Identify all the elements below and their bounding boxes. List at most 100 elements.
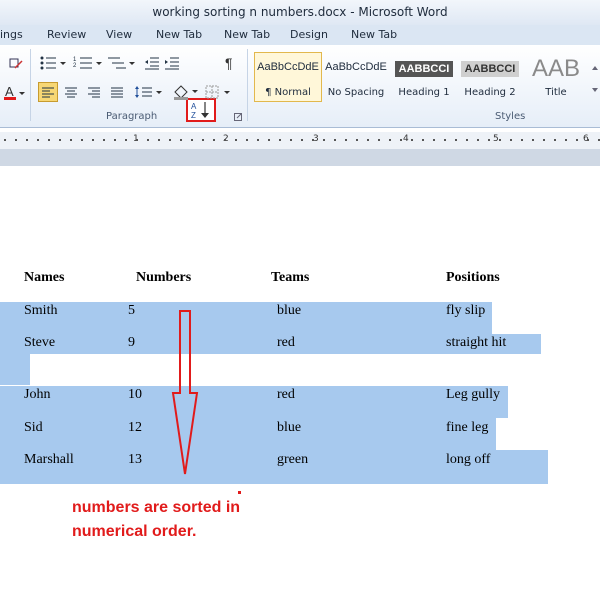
justify-button[interactable] [107, 82, 127, 102]
page-gap [0, 149, 600, 166]
cell-team: blue [277, 303, 302, 318]
style-name: Title [545, 87, 567, 98]
cell-position: straight hit [446, 335, 507, 350]
ruler-tick [411, 139, 413, 141]
scroll-arrows-icon [592, 66, 598, 92]
ruler-tick [37, 139, 39, 141]
cell-position: fly slip [446, 303, 486, 318]
column-header-positions: Positions [446, 270, 500, 285]
cell-number: 13 [128, 452, 142, 467]
shading-button[interactable] [172, 82, 202, 102]
style-preview: AABBCCI [395, 61, 453, 77]
ruler-tick [488, 139, 490, 141]
ruler-tick [532, 139, 534, 141]
style-preview: AaBbCcDdE [325, 61, 387, 73]
cell-name: Marshall [24, 452, 74, 467]
ruler-tick [554, 139, 556, 141]
ruler-tick [301, 139, 303, 141]
borders-icon [205, 85, 230, 99]
align-right-button[interactable] [84, 82, 104, 102]
svg-text:¶: ¶ [225, 55, 233, 71]
style-normal[interactable]: AaBbCcDdE ¶ Normal [254, 52, 322, 102]
tab-design[interactable]: Design [290, 28, 328, 41]
ruler-tick [477, 139, 479, 141]
dialog-launcher-icon [234, 113, 242, 121]
cell-position: long off [446, 452, 491, 467]
cell-name: John [24, 387, 51, 402]
ruler-tick [367, 139, 369, 141]
ruler-tick [257, 139, 259, 141]
style-title[interactable]: AAB Title [522, 52, 590, 102]
style-heading-1[interactable]: AABBCCI Heading 1 [390, 52, 458, 102]
ruler-tick [323, 139, 325, 141]
bullets-icon [40, 56, 66, 70]
align-left-button[interactable] [38, 82, 58, 102]
tab-new-tab-1[interactable]: New Tab [156, 28, 202, 41]
bullets-button[interactable] [38, 53, 68, 73]
cell-team: red [277, 335, 295, 350]
justify-icon [111, 87, 123, 98]
title-bar: working sorting n numbers.docx - Microso… [0, 0, 600, 25]
ruler-tick [334, 139, 336, 141]
ruler-tick [290, 139, 292, 141]
ruler-tick [224, 139, 226, 141]
ruler-tick [147, 139, 149, 141]
tab-review[interactable]: Review [47, 28, 86, 41]
tab-mailings[interactable]: ings [0, 28, 23, 41]
selection-highlight [0, 418, 496, 450]
align-center-icon [65, 87, 77, 98]
style-name: No Spacing [327, 87, 385, 98]
shading-icon [174, 85, 198, 100]
paragraph-group-label: Paragraph [106, 111, 158, 122]
cell-team: green [277, 452, 309, 467]
ruler-tick [158, 139, 160, 141]
ruler-tick [268, 139, 270, 141]
multilevel-list-button[interactable] [106, 53, 136, 73]
paragraph-dialog-launcher[interactable] [232, 111, 244, 123]
ruler-tick [312, 139, 314, 141]
ruler-tick [70, 139, 72, 141]
ribbon: A 12 AZ ¶ Paragraph AaBbCcDdE ¶ Normal A… [0, 45, 600, 128]
annotation-text-line-2: numerical order. [72, 523, 197, 540]
line-spacing-button[interactable] [134, 82, 164, 102]
align-center-button[interactable] [61, 82, 81, 102]
style-no-spacing[interactable]: AaBbCcDdE No Spacing [322, 52, 390, 102]
tab-new-tab-2[interactable]: New Tab [224, 28, 270, 41]
tab-view[interactable]: View [106, 28, 132, 41]
ruler-tick [378, 139, 380, 141]
cell-position: fine leg [446, 420, 489, 435]
ruler-tick [455, 139, 457, 141]
show-hide-button[interactable]: ¶ [222, 53, 240, 73]
clear-formatting-button[interactable] [8, 53, 24, 73]
ruler-tick [202, 139, 204, 141]
font-color-button[interactable]: A [2, 83, 26, 103]
ruler-tick [213, 139, 215, 141]
cell-name: Smith [24, 303, 58, 318]
ruler-tick [180, 139, 182, 141]
numbering-button[interactable]: 12 [72, 53, 104, 73]
selection-highlight [0, 302, 492, 334]
ruler-tick [499, 139, 501, 141]
style-heading-2[interactable]: AABBCCI Heading 2 [456, 52, 524, 102]
decrease-indent-button[interactable] [143, 53, 161, 73]
cell-position: Leg gully [446, 387, 501, 402]
ruler-tick [235, 139, 237, 141]
ruler-tick [81, 139, 83, 141]
ruler-tick [521, 139, 523, 141]
sort-az-icon: AZ [191, 102, 209, 120]
ruler-tick [422, 139, 424, 141]
selection-highlight [0, 386, 508, 418]
horizontal-ruler[interactable]: 1 2 3 4 5 6 [0, 132, 600, 150]
svg-text:2: 2 [73, 63, 77, 69]
style-name: ¶ Normal [265, 87, 311, 98]
svg-text:A: A [5, 84, 14, 99]
borders-button[interactable] [205, 82, 235, 102]
style-preview: AaBbCcDdE [257, 61, 319, 73]
ruler-tick [4, 139, 6, 141]
ruler-tick [543, 139, 545, 141]
increase-indent-button[interactable] [163, 53, 181, 73]
styles-scroll-button[interactable] [590, 59, 600, 99]
ruler-tick [279, 139, 281, 141]
tab-new-tab-3[interactable]: New Tab [351, 28, 397, 41]
cell-number: 12 [128, 420, 142, 435]
